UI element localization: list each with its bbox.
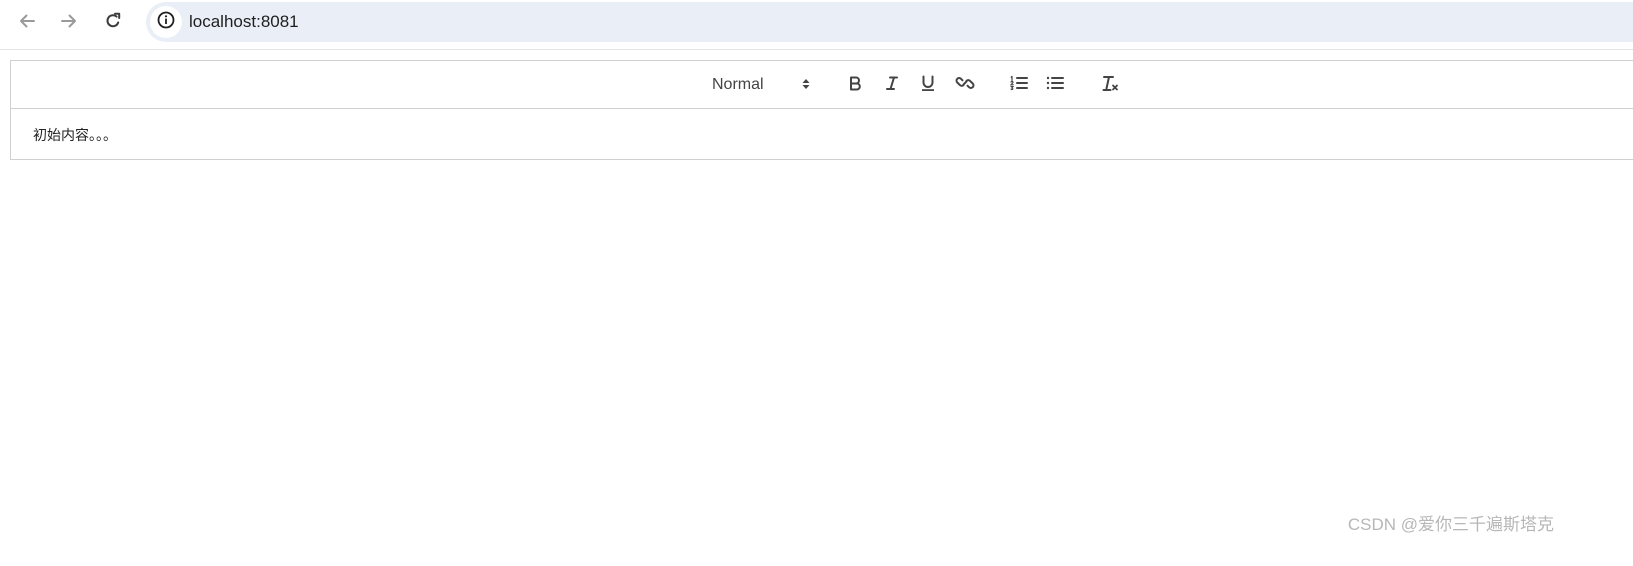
url-text[interactable]: localhost:8081 — [189, 11, 299, 33]
back-button[interactable] — [14, 8, 40, 34]
bullet-list-icon — [1045, 74, 1065, 97]
link-icon — [955, 74, 975, 97]
rich-text-editor: Normal 初始内容。。。 — [10, 60, 1633, 160]
clean-format-button[interactable] — [1096, 73, 1124, 97]
italic-icon — [883, 74, 901, 97]
header-select[interactable]: Normal — [711, 73, 815, 97]
arrow-right-icon — [59, 11, 79, 31]
editor-toolbar: Normal — [11, 61, 1633, 109]
editor-content[interactable]: 初始内容。。。 — [33, 125, 117, 145]
browser-toolbar: localhost:8081 — [0, 0, 1633, 50]
bold-button[interactable] — [841, 73, 869, 97]
bold-icon — [846, 74, 864, 97]
reload-button[interactable] — [100, 8, 126, 34]
italic-button[interactable] — [878, 73, 906, 97]
clear-format-icon — [1100, 74, 1120, 97]
header-select-label: Normal — [712, 76, 764, 93]
info-icon — [156, 10, 176, 35]
site-info-button[interactable] — [150, 6, 182, 38]
ordered-list-button[interactable] — [1005, 73, 1033, 97]
watermark-text: CSDN @爱你三千遍斯塔克 — [1347, 515, 1554, 534]
arrow-left-icon — [17, 11, 37, 31]
bullet-list-button[interactable] — [1041, 73, 1069, 97]
underline-button[interactable] — [914, 73, 942, 97]
link-button[interactable] — [951, 73, 979, 97]
underline-icon — [919, 74, 937, 97]
forward-button[interactable] — [56, 8, 82, 34]
updown-arrows-icon — [800, 76, 812, 97]
ordered-list-icon — [1009, 74, 1029, 97]
address-bar[interactable]: localhost:8081 — [146, 2, 1633, 42]
reload-icon — [103, 11, 123, 31]
